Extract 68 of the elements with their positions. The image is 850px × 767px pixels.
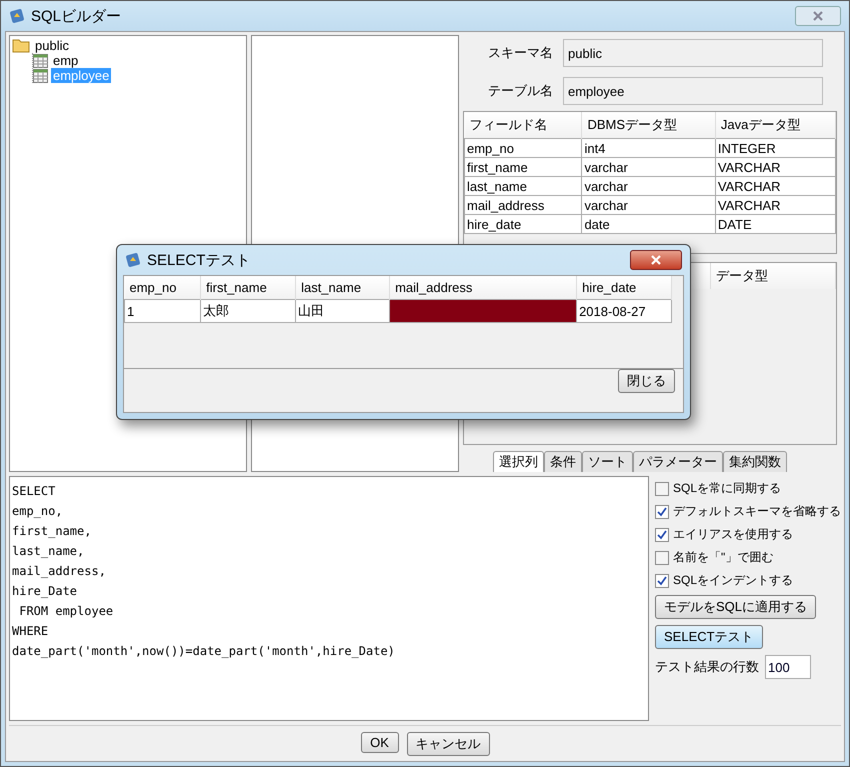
- table-cell: mail_address: [464, 196, 582, 214]
- table-cell: VARCHAR: [715, 176, 836, 196]
- column-header[interactable]: Javaデータ型: [715, 112, 836, 138]
- tab[interactable]: 条件: [544, 451, 582, 472]
- checkbox[interactable]: [655, 574, 669, 588]
- column-header[interactable]: DBMSデータ型: [582, 112, 716, 138]
- tree-item[interactable]: emp: [51, 53, 80, 68]
- window-title: SQLビルダー: [31, 6, 122, 26]
- close-dialog-button[interactable]: 閉じる: [618, 369, 675, 393]
- option-label: SQLをインデントする: [673, 572, 794, 589]
- table-cell: 太郎: [200, 300, 296, 322]
- folder-icon: [12, 38, 30, 53]
- option-label: デフォルトスキーマを省略する: [673, 503, 841, 520]
- app-icon: [9, 8, 25, 24]
- row-count-field[interactable]: 100: [765, 655, 811, 679]
- checkbox[interactable]: [655, 504, 669, 518]
- column-header[interactable]: mail_address: [390, 276, 577, 300]
- checkbox[interactable]: [655, 550, 669, 564]
- schema-field[interactable]: public: [563, 39, 823, 67]
- row-count-label: テスト結果の行数: [655, 658, 759, 676]
- close-button[interactable]: [630, 250, 682, 270]
- dialog-button[interactable]: OK: [360, 732, 398, 753]
- table-name-field[interactable]: employee: [563, 77, 823, 105]
- option-label: SQLを常に同期する: [673, 480, 782, 497]
- table-cell: varchar: [582, 158, 716, 176]
- tree-item[interactable]: public: [33, 38, 71, 53]
- column-header[interactable]: データ型: [710, 263, 836, 290]
- dialog-title: SELECTテスト: [147, 250, 250, 270]
- column-header[interactable]: フィールド名: [464, 112, 582, 138]
- table-cell: varchar: [582, 176, 716, 196]
- table-cell: VARCHAR: [715, 196, 836, 214]
- close-icon: [813, 11, 823, 21]
- dialog-button[interactable]: キャンセル: [406, 732, 490, 756]
- column-header[interactable]: emp_no: [124, 276, 201, 300]
- table-cell: INTEGER: [715, 138, 836, 158]
- field-label: テーブル名: [487, 82, 553, 100]
- table-cell: int4: [582, 138, 716, 158]
- app-icon: [125, 252, 141, 268]
- table-cell: VARCHAR: [715, 158, 836, 176]
- column-header[interactable]: first_name: [200, 276, 296, 300]
- tab[interactable]: 選択列: [493, 451, 544, 472]
- tab[interactable]: パラメーター: [633, 451, 723, 472]
- column-header[interactable]: hire_date: [576, 276, 672, 300]
- apply-button[interactable]: モデルをSQLに適用する: [655, 595, 816, 619]
- option-label: 名前を「"」で囲む: [673, 549, 774, 566]
- checkbox[interactable]: [655, 482, 669, 496]
- tab[interactable]: 集約関数: [723, 451, 787, 472]
- table-cell: hire_date: [464, 214, 582, 234]
- table-cell: 1: [124, 300, 201, 322]
- column-header[interactable]: last_name: [296, 276, 390, 300]
- checkbox[interactable]: [655, 528, 669, 542]
- table-cell: DATE: [715, 214, 836, 234]
- table-cell: emp_no: [464, 138, 582, 158]
- table-cell: 2018-08-27: [576, 300, 672, 322]
- table-cell: 山田: [296, 300, 390, 322]
- close-icon: [651, 255, 661, 265]
- table-cell: varchar: [582, 196, 716, 214]
- table-cell: last_name: [464, 176, 582, 196]
- table-cell: first_name: [464, 158, 582, 176]
- tab[interactable]: ソート: [582, 451, 633, 472]
- check-icon: [657, 506, 667, 516]
- check-icon: [657, 530, 667, 540]
- table-cell: date: [582, 214, 716, 234]
- check-icon: [657, 576, 667, 586]
- option-label: エイリアスを使用する: [673, 526, 793, 543]
- field-label: スキーマ名: [487, 44, 553, 62]
- sql-editor[interactable]: SELECT emp_no, first_name, last_name, mail_address, hire_Date FROM employee WHERE date_part('month',now())=date_part('month',hire_Date): [9, 476, 649, 721]
- select-test-button[interactable]: SELECTテスト: [655, 625, 763, 649]
